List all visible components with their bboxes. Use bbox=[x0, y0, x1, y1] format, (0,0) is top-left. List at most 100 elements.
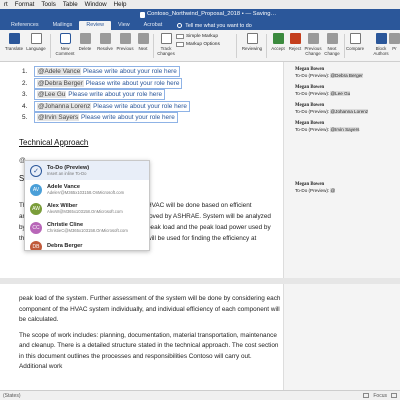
simple-markup-select[interactable]: Simple Markup bbox=[176, 34, 220, 39]
menu-help[interactable]: Help bbox=[114, 0, 127, 9]
mention-tag[interactable]: @Lee Gu bbox=[37, 91, 67, 99]
comment-author: Megan Bowen bbox=[295, 121, 325, 126]
comment-balloon[interactable]: Megan Bowen To-Do (Preview): @Irvin Sayer… bbox=[295, 120, 360, 133]
ribbon-divider bbox=[236, 34, 237, 58]
mention-body: Please write about your role here bbox=[91, 102, 187, 110]
mention-text[interactable]: @Adele Vance Please write about your rol… bbox=[34, 66, 180, 78]
mention-tag[interactable]: @Adele Vance bbox=[37, 68, 82, 76]
body-paragraph: The scope of work includes: planning, do… bbox=[19, 331, 279, 371]
document-page[interactable]: 1. @Adele Vance Please write about your r… bbox=[0, 62, 283, 278]
mention-tag[interactable]: @Irvin Sayers bbox=[37, 114, 80, 122]
suggestion-person[interactable]: DB Debra Berger bbox=[25, 237, 149, 250]
focus-icon[interactable] bbox=[363, 393, 370, 398]
list-item: 2. @Debra Berger Please write about your … bbox=[22, 77, 190, 90]
ribbon-divider bbox=[50, 34, 51, 58]
tab-references[interactable]: References bbox=[4, 21, 46, 30]
document-page[interactable]: peak load of the system. Further assessm… bbox=[0, 284, 283, 390]
protect-button[interactable]: Pr bbox=[389, 33, 400, 51]
translate-button[interactable]: Translate bbox=[2, 33, 26, 51]
avatar: AW bbox=[30, 202, 42, 215]
tab-mailings[interactable]: Mailings bbox=[46, 21, 80, 30]
suggestion-name: Debra Berger bbox=[47, 243, 83, 250]
list-item: 3. @Lee Gu Please write about your role h… bbox=[22, 89, 190, 101]
comment-balloon[interactable]: Megan Bowen To-Do (Preview): @ bbox=[295, 181, 336, 194]
block-authors-icon bbox=[375, 33, 387, 44]
status-bar: (States) Focus bbox=[0, 390, 400, 400]
focus-label[interactable]: Focus bbox=[373, 393, 387, 399]
menu-tools[interactable]: Tools bbox=[41, 0, 55, 9]
suggestion-email: Insert an inline To-Do bbox=[47, 171, 87, 177]
track-changes-label: Track Changes bbox=[157, 46, 175, 56]
simple-markup-label: Simple Markup bbox=[186, 34, 218, 39]
next-comment-button[interactable]: Next bbox=[131, 33, 155, 51]
compare-label: Compare bbox=[345, 46, 365, 51]
mention-text[interactable]: @Debra Berger Please write about your ro… bbox=[34, 77, 183, 89]
comment-balloon[interactable]: Megan Bowen To-Do (Preview): @Debra Berge… bbox=[295, 66, 363, 79]
section-heading: Technical Approach bbox=[19, 138, 89, 147]
suggestion-email: ChristieC@M365x103158.OnMicrosoft.com bbox=[47, 228, 128, 234]
comment-balloon[interactable]: Megan Bowen To-Do (Preview): @Lee Gu bbox=[295, 84, 351, 97]
tab-acrobat[interactable]: Acrobat bbox=[137, 21, 170, 30]
list-number: 2. bbox=[22, 79, 28, 87]
translate-label: Translate bbox=[4, 46, 24, 51]
next-change-button[interactable]: Next Change bbox=[320, 33, 344, 56]
reject-icon bbox=[289, 33, 301, 44]
delete-label: Delete bbox=[78, 46, 92, 51]
menu-window[interactable]: Window bbox=[85, 0, 107, 9]
reviewing-pane-button[interactable]: Reviewing bbox=[240, 33, 264, 51]
next-comment-icon bbox=[137, 33, 149, 44]
compare-button[interactable]: Compare bbox=[343, 33, 367, 51]
track-changes-icon bbox=[160, 33, 172, 44]
suggestion-text: Debra Berger bbox=[47, 243, 82, 250]
mention-tag[interactable]: @Debra Berger bbox=[37, 79, 84, 87]
mention-text[interactable]: @Lee Gu Please write about your role her… bbox=[34, 89, 166, 101]
comment-balloon[interactable]: Megan Bowen To-Do (Preview): @Johanna Lor… bbox=[295, 102, 369, 115]
mention-text[interactable]: @Johanna Lorenz Please write about your … bbox=[34, 100, 190, 112]
document-area: 1. @Adele Vance Please write about your r… bbox=[0, 62, 400, 390]
list-item: 5. @Irvin Sayers Please write about your … bbox=[22, 112, 190, 124]
language-label: Language bbox=[26, 46, 46, 51]
tell-me-search[interactable]: Tell me what you want to do bbox=[177, 21, 252, 30]
menu-insert[interactable]: rt bbox=[4, 0, 8, 9]
avatar: DB bbox=[30, 240, 42, 250]
comment-author: Megan Bowen bbox=[295, 67, 325, 72]
tell-me-text: Tell me what you want to do bbox=[185, 22, 252, 29]
suggestion-text: Alex Wilber AlexW@M365x103158.OnMicrosoft… bbox=[47, 203, 123, 215]
mention-tag[interactable]: @Johanna Lorenz bbox=[37, 102, 92, 110]
menu-format[interactable]: Format bbox=[15, 0, 35, 9]
line-end: HVAC will be done based on efficient bbox=[147, 202, 252, 209]
mention-text[interactable]: @Irvin Sayers Please write about your ro… bbox=[34, 112, 178, 124]
list-number: 5. bbox=[22, 114, 28, 122]
tab-review[interactable]: Review bbox=[79, 21, 112, 30]
body-paragraphs: peak load of the system. Further assessm… bbox=[19, 294, 281, 378]
menu-bar: rt Format Tools Table Window Help bbox=[0, 0, 400, 9]
comment-text: To-Do (Preview): bbox=[295, 109, 331, 114]
list-item: 1. @Adele Vance Please write about your r… bbox=[22, 66, 190, 78]
comment-text: To-Do (Preview): bbox=[295, 73, 331, 78]
line-end: roved by ASHRAE. System will be analyzed bbox=[147, 213, 271, 220]
line-end: will be used for finding the efficiency … bbox=[147, 235, 257, 242]
mention-body: Please write about your role here bbox=[66, 91, 163, 99]
suggestion-email: AlexW@M365x103158.OnMicrosoft.com bbox=[47, 209, 123, 215]
markup-options-dropdown[interactable]: Markup Options bbox=[176, 42, 220, 47]
avatar: AV bbox=[30, 183, 42, 196]
print-layout-icon[interactable] bbox=[391, 393, 397, 398]
markup-pane: Megan Bowen To-Do (Preview): @Debra Berge… bbox=[283, 62, 400, 278]
suggestion-person[interactable]: AW Alex Wilber AlexW@M365x103158.OnMicros… bbox=[25, 199, 149, 218]
tab-view[interactable]: View bbox=[111, 21, 137, 30]
track-changes-toggle[interactable]: Track Changes bbox=[154, 33, 178, 56]
suggestion-todo[interactable]: ✓ To-Do (Preview) Insert an inline To-Do bbox=[25, 161, 149, 180]
list-number: 1. bbox=[22, 68, 28, 76]
next-change-icon bbox=[326, 33, 338, 44]
todo-check-glyph: ✓ bbox=[33, 167, 39, 175]
suggestion-person[interactable]: AV Adele Vance AdeleV@M365x103158.OnMicro… bbox=[25, 180, 149, 199]
menu-table[interactable]: Table bbox=[63, 0, 78, 9]
accept-icon bbox=[272, 33, 284, 44]
language-button[interactable]: Language bbox=[24, 33, 48, 51]
suggestion-person[interactable]: CC Christie Cline ChristieC@M365x103158.O… bbox=[25, 218, 149, 237]
markup-options-icon bbox=[176, 42, 184, 47]
markup-options-label: Markup Options bbox=[186, 42, 220, 47]
delete-comment-icon bbox=[79, 33, 91, 44]
comment-mention: @Johanna Lorenz bbox=[330, 109, 369, 114]
comment-mention: @Irvin Sayers bbox=[330, 127, 360, 132]
